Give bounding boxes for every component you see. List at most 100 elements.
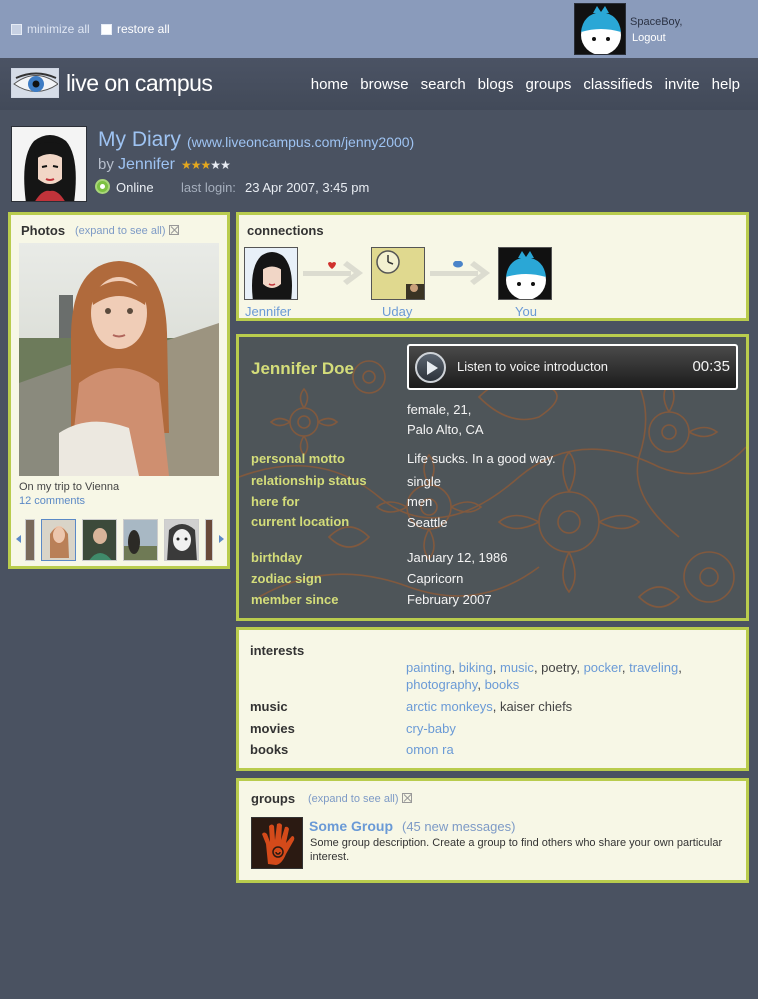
- music-text: kaiser chiefs: [499, 699, 573, 714]
- voice-intro-duration: 00:35: [692, 358, 730, 375]
- nav-groups[interactable]: groups: [526, 76, 572, 93]
- field-label: here for: [251, 494, 300, 509]
- logout-link[interactable]: Logout: [632, 32, 666, 44]
- interest-text: poetry: [541, 660, 577, 675]
- voice-intro-label: Listen to voice introducton: [457, 359, 609, 374]
- groups-panel: groups (expand to see all) Some Group (4…: [236, 778, 749, 883]
- star-icon: ★: [200, 158, 212, 172]
- chevron-right-icon[interactable]: [219, 535, 224, 543]
- nav-browse[interactable]: browse: [360, 76, 408, 93]
- book-link[interactable]: omon ra: [406, 742, 454, 757]
- site-logo-text[interactable]: live on campus: [66, 70, 213, 97]
- books-list: omon ra: [406, 741, 736, 758]
- field-value: single: [407, 474, 441, 489]
- close-icon[interactable]: [401, 793, 412, 803]
- music-link[interactable]: arctic monkeys: [406, 699, 493, 714]
- connection-name-link[interactable]: Jennifer: [245, 304, 291, 319]
- connection-name-link[interactable]: You: [515, 304, 537, 319]
- photo-thumbnail[interactable]: [164, 519, 199, 561]
- rating-stars: ★★★★★: [181, 158, 231, 172]
- connection-avatar-you[interactable]: [498, 247, 552, 300]
- connections-panel: connections Jennifer Uday You: [236, 212, 749, 321]
- chevron-left-icon[interactable]: [16, 535, 21, 543]
- full-name: Jennifer Doe: [251, 359, 354, 378]
- interest-link[interactable]: pocker: [584, 660, 622, 675]
- field-label: birthday: [251, 550, 303, 565]
- field-value: men: [407, 494, 433, 509]
- author-name-link[interactable]: Jennifer: [118, 156, 175, 173]
- music-list: arctic monkeys, kaiser chiefs: [406, 699, 573, 714]
- group-messages-link[interactable]: (45 new messages): [402, 819, 515, 834]
- voice-intro-player[interactable]: Listen to voice introducton 00:35: [407, 344, 738, 390]
- connection-name-link[interactable]: Uday: [382, 304, 412, 319]
- field-label: relationship status: [251, 473, 367, 488]
- restore-icon: [101, 23, 112, 35]
- nav-search[interactable]: search: [421, 76, 466, 93]
- interests-panel: interests painting, biking, music, poetr…: [236, 627, 749, 771]
- connection-avatar-uday[interactable]: [371, 247, 425, 300]
- field-label: current location: [251, 514, 350, 529]
- play-icon[interactable]: [415, 352, 446, 383]
- field-value: Life sucks. In a good way.: [407, 451, 556, 466]
- star-icon: ★: [181, 158, 192, 172]
- restore-all-button[interactable]: restore all: [101, 22, 170, 36]
- field-value: Seattle: [407, 515, 448, 530]
- groups-expand-link[interactable]: (expand to see all): [308, 793, 412, 805]
- photo-thumbnail[interactable]: [82, 519, 117, 561]
- photo-thumbnails: [15, 517, 225, 562]
- interests-list: painting, biking, music, poetry, pocker,…: [406, 660, 682, 692]
- photos-expand-link[interactable]: (expand to see all): [75, 225, 179, 237]
- photo-thumbnail[interactable]: [205, 519, 213, 561]
- byline: by Jennifer: [98, 156, 175, 173]
- nav-classifieds[interactable]: classifieds: [583, 76, 652, 93]
- nav-bar: live on campus home browse search blogs …: [0, 58, 758, 110]
- photo-thumbnail[interactable]: [123, 519, 158, 561]
- movie-link[interactable]: cry-baby: [406, 721, 456, 736]
- interest-link[interactable]: biking: [459, 660, 493, 675]
- nav-invite[interactable]: invite: [665, 76, 700, 93]
- top-bar: minimize all restore all SpaceBoy, Logou…: [0, 0, 758, 58]
- interest-link[interactable]: painting: [406, 660, 452, 675]
- username: SpaceBoy,: [630, 16, 683, 28]
- nav-help[interactable]: help: [712, 76, 740, 93]
- main-nav: home browse search blogs groups classifi…: [311, 76, 740, 93]
- profile-url-link[interactable]: (www.liveoncampus.com/jenny2000): [187, 134, 414, 150]
- books-label: books: [250, 742, 289, 757]
- eye-logo-icon[interactable]: [11, 68, 59, 98]
- movies-list: cry-baby: [406, 720, 736, 737]
- field-value: Capricorn: [407, 571, 464, 586]
- field-label: zodiac sign: [251, 571, 322, 586]
- star-empty-icon: ★: [220, 158, 231, 172]
- photo-caption: On my trip to Vienna: [19, 481, 120, 493]
- connection-avatar-jennifer[interactable]: [244, 247, 298, 300]
- interest-link[interactable]: books: [485, 677, 520, 692]
- nav-home[interactable]: home: [311, 76, 349, 93]
- photo-comments-link[interactable]: 12 comments: [19, 495, 85, 507]
- online-status-icon: [95, 179, 110, 194]
- connections-title: connections: [247, 223, 324, 238]
- interest-link[interactable]: traveling: [629, 660, 678, 675]
- field-label: member since: [251, 592, 339, 607]
- groups-title: groups: [251, 791, 296, 806]
- nav-blogs[interactable]: blogs: [478, 76, 514, 93]
- photos-panel: Photos (expand to see all) On my trip to…: [8, 212, 230, 569]
- group-hand-icon[interactable]: [251, 817, 303, 869]
- last-login-label: last login:: [181, 180, 236, 195]
- minimize-all-button[interactable]: minimize all: [11, 22, 90, 36]
- minimize-icon: [11, 23, 22, 35]
- photo-thumbnail[interactable]: [25, 519, 35, 561]
- profile-avatar[interactable]: [11, 126, 87, 202]
- basic-info-line: Palo Alto, CA: [407, 422, 484, 437]
- main-photo[interactable]: [19, 243, 219, 476]
- photo-thumbnail[interactable]: [41, 519, 76, 561]
- group-name-link[interactable]: Some Group: [309, 818, 393, 834]
- interest-link[interactable]: photography: [406, 677, 477, 692]
- profile-info-panel: Jennifer Doe Listen to voice introducton…: [236, 334, 749, 621]
- connection-arrow: [303, 261, 363, 285]
- connection-arrow: [430, 260, 490, 285]
- close-icon[interactable]: [168, 225, 179, 235]
- field-value: January 12, 1986: [407, 550, 508, 565]
- last-login-value: 23 Apr 2007, 3:45 pm: [245, 180, 370, 195]
- interest-link[interactable]: music: [500, 660, 534, 675]
- user-avatar[interactable]: [574, 3, 626, 55]
